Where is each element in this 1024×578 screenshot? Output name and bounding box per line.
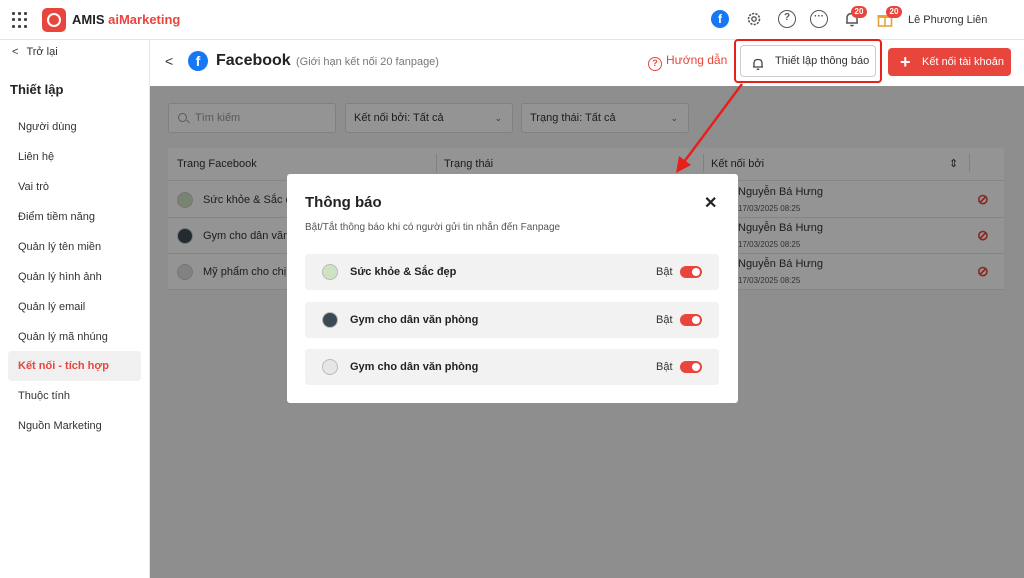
page-avatar <box>322 312 338 328</box>
guide-link[interactable]: ? Hướng dẫn <box>648 53 727 71</box>
page-subtitle: (Giới hạn kết nối 20 fanpage) <box>296 56 439 68</box>
facebook-icon: f <box>188 51 208 71</box>
sidebar-item-8[interactable]: Quản lý mã nhúng <box>8 322 141 352</box>
app-launcher-icon[interactable] <box>12 12 28 28</box>
page-avatar <box>322 359 338 375</box>
sidebar-item-2[interactable]: Liên hệ <box>8 142 141 172</box>
notification-page-name: Gym cho dân văn phòng <box>350 314 479 326</box>
page-title: Facebook <box>216 52 291 69</box>
back-link[interactable]: < Trở lại <box>12 46 58 58</box>
logo-icon <box>42 8 66 32</box>
notification-toggle[interactable] <box>680 361 702 373</box>
notification-page-name: Sức khỏe & Sắc đẹp <box>350 266 457 278</box>
sidebar-item-7[interactable]: Quản lý email <box>8 292 141 322</box>
notification-toggle[interactable] <box>680 314 702 326</box>
sidebar-title: Thiết lập <box>10 82 64 97</box>
app-name: AMIS aiMarketing <box>72 12 181 27</box>
sidebar-item-3[interactable]: Vai trò <box>8 172 141 202</box>
toggle-knob <box>692 268 700 276</box>
chevron-left-icon: < <box>12 46 19 58</box>
close-icon[interactable]: ✕ <box>704 193 717 213</box>
sidebar-item-11[interactable]: Nguồn Marketing <box>8 411 141 441</box>
chevron-left-icon[interactable]: < <box>165 53 173 69</box>
highlight-annotation <box>734 39 882 83</box>
toggle-knob <box>692 363 700 371</box>
sidebar-item-6[interactable]: Quản lý hình ảnh <box>8 262 141 292</box>
modal-title: Thông báo <box>305 194 382 211</box>
arrow-annotation <box>676 83 744 173</box>
sidebar-item-9[interactable]: Kết nối - tích hợp <box>8 351 141 381</box>
modal-description: Bật/Tắt thông báo khi có người gửi tin n… <box>305 222 561 233</box>
gift-count-badge: 20 <box>886 6 902 18</box>
toggle-state-label: Bật <box>656 314 673 326</box>
facebook-icon[interactable]: f <box>711 10 729 28</box>
sidebar-item-10[interactable]: Thuộc tính <box>8 381 141 411</box>
help-icon: ? <box>648 57 662 71</box>
notification-count-badge: 20 <box>851 6 867 18</box>
user-name[interactable]: Lê Phương Liên <box>908 14 987 26</box>
toggle-knob <box>692 316 700 324</box>
sidebar-item-1[interactable]: Người dùng <box>8 112 141 142</box>
notification-page-name: Gym cho dân văn phòng <box>350 361 479 373</box>
sidebar-item-4[interactable]: Điểm tiềm năng <box>8 202 141 232</box>
sidebar-item-5[interactable]: Quản lý tên miền <box>8 232 141 262</box>
toggle-state-label: Bật <box>656 361 673 373</box>
plus-icon: + <box>900 52 911 72</box>
help-icon[interactable]: ? <box>778 10 796 28</box>
connect-account-button[interactable]: + Kết nối tài khoản <box>888 48 1011 76</box>
toggle-state-label: Bật <box>656 266 673 278</box>
notification-toggle[interactable] <box>680 266 702 278</box>
chat-icon[interactable]: ··· <box>810 10 828 28</box>
gear-icon[interactable] <box>745 10 763 28</box>
page-avatar <box>322 264 338 280</box>
